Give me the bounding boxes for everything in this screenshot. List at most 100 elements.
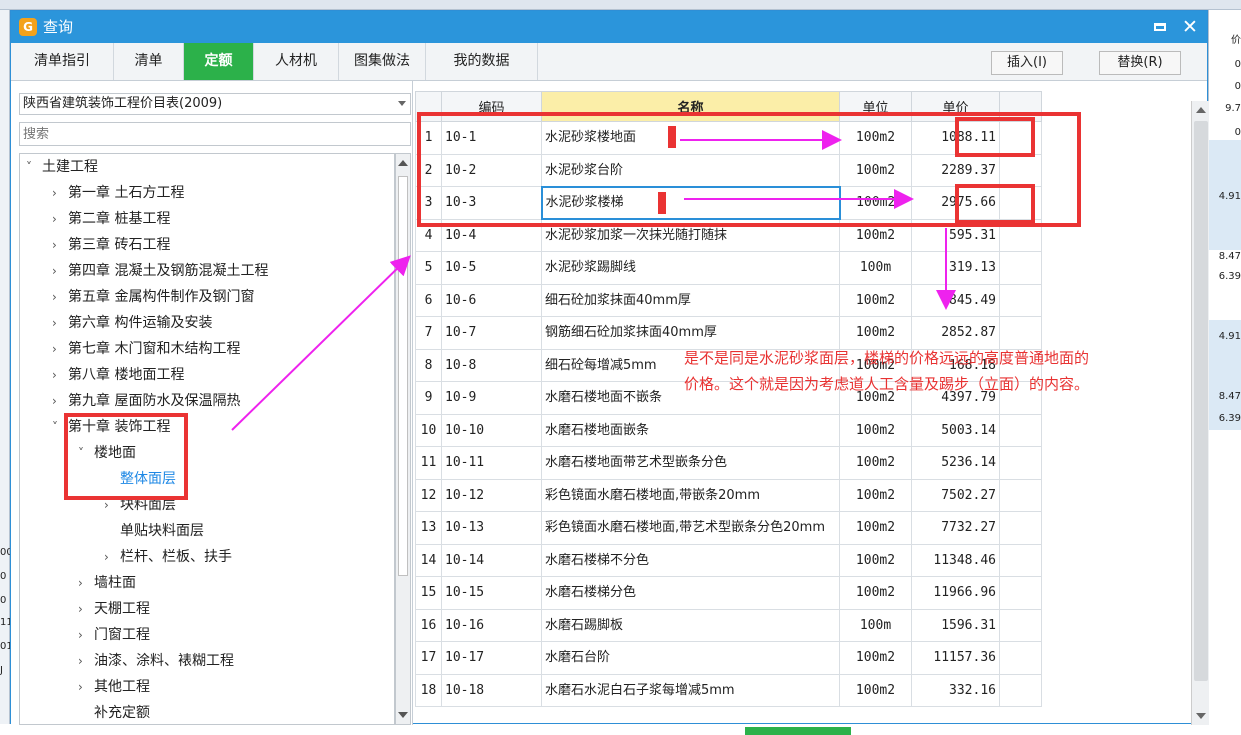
cell-code[interactable]: 10-17 [441,641,542,675]
cell-unit[interactable]: 100m2 [839,576,912,610]
replace-button[interactable]: 替换(R) [1099,51,1181,75]
cell-blank[interactable] [999,218,1042,252]
cell-code[interactable]: 10-1 [441,121,542,155]
cell-blank[interactable] [999,608,1042,642]
cell-name[interactable]: 水磨石水泥白石子浆每增减5mm [541,673,840,707]
row-number[interactable]: 18 [415,673,442,707]
cell-code[interactable]: 10-16 [441,608,542,642]
cell-code[interactable]: 10-6 [441,283,542,317]
cell-code[interactable]: 10-11 [441,446,542,480]
tab-quota[interactable]: 定额 [184,43,254,80]
cell-code[interactable]: 10-10 [441,413,542,447]
cell-code[interactable]: 10-12 [441,478,542,512]
table-row[interactable]: 1 10-1 水泥砂浆楼地面 100m2 1088.11 [415,121,1042,155]
cell-code[interactable]: 10-8 [441,348,542,382]
cell-unit[interactable]: 100m2 [839,218,912,252]
table-row[interactable]: 6 10-6 细石砼加浆抹面40mm厚 100m2 1845.49 [415,283,1042,317]
row-number[interactable]: 11 [415,446,442,480]
table-row[interactable]: 2 10-2 水泥砂浆台阶 100m2 2289.37 [415,153,1042,187]
cell-price[interactable]: 2975.66 [911,186,1000,220]
row-number[interactable]: 1 [415,121,442,155]
cell-unit[interactable]: 100m [839,251,912,285]
cell-blank[interactable] [999,543,1042,577]
cell-name[interactable]: 水泥砂浆台阶 [541,153,840,187]
cell-name[interactable]: 水磨石楼地面嵌条 [541,413,840,447]
scroll-thumb[interactable] [398,176,408,576]
scroll-up-icon[interactable] [1196,107,1206,113]
cell-price[interactable]: 7502.27 [911,478,1000,512]
cell-code[interactable]: 10-4 [441,218,542,252]
tree-node[interactable]: ˅ 第十章 装饰工程 [52,414,170,440]
row-number[interactable]: 3 [415,186,442,220]
table-row[interactable]: 14 10-14 水磨石楼梯不分色 100m2 11348.46 [415,543,1042,577]
cell-unit[interactable]: 100m2 [839,478,912,512]
row-number[interactable]: 14 [415,543,442,577]
row-number[interactable]: 10 [415,413,442,447]
cell-unit[interactable]: 100m2 [839,511,912,545]
tree-node[interactable]: › 油漆、涂料、裱糊工程 [78,648,234,674]
tree-node[interactable]: › 第二章 桩基工程 [52,206,170,232]
search-input[interactable] [19,122,411,146]
cell-price[interactable]: 7732.27 [911,511,1000,545]
cell-price[interactable]: 11157.36 [911,641,1000,675]
library-select[interactable]: 陕西省建筑装饰工程价目表(2009) [19,93,411,115]
table-row[interactable]: 7 10-7 钢筋细石砼加浆抹面40mm厚 100m2 2852.87 [415,316,1042,350]
cell-unit[interactable]: 100m2 [839,316,912,350]
cell-price[interactable]: 319.13 [911,251,1000,285]
cell-unit[interactable]: 100m2 [839,543,912,577]
cell-code[interactable]: 10-3 [441,186,542,220]
tree-node[interactable]: › 第一章 土石方工程 [52,180,184,206]
cell-blank[interactable] [999,511,1042,545]
cell-name[interactable]: 水泥砂浆踢脚线 [541,251,840,285]
cell-unit[interactable]: 100m [839,608,912,642]
title-bar[interactable]: G 查询 ✕ [11,11,1207,43]
tree-node[interactable]: › 其他工程 [78,674,150,700]
cell-price[interactable]: 2289.37 [911,153,1000,187]
cell-code[interactable]: 10-5 [441,251,542,285]
tree-node[interactable]: ˅ 土建工程 [26,154,98,180]
cell-blank[interactable] [999,251,1042,285]
cell-blank[interactable] [999,641,1042,675]
cell-blank[interactable] [999,283,1042,317]
table-row[interactable]: 11 10-11 水磨石楼地面带艺术型嵌条分色 100m2 5236.14 [415,446,1042,480]
table-row[interactable]: 18 10-18 水磨石水泥白石子浆每增减5mm 100m2 332.16 [415,673,1042,707]
scroll-down-icon[interactable] [1196,713,1206,719]
cell-price[interactable]: 1845.49 [911,283,1000,317]
cell-name[interactable]: 水磨石台阶 [541,641,840,675]
cell-blank[interactable] [999,673,1042,707]
tree-node[interactable]: › 第三章 砖石工程 [52,232,170,258]
row-number[interactable]: 15 [415,576,442,610]
cell-unit[interactable]: 100m2 [839,641,912,675]
tree-node[interactable]: › 栏杆、栏板、扶手 [104,544,232,570]
cell-code[interactable]: 10-14 [441,543,542,577]
cell-name[interactable]: 彩色镜面水磨石楼地面,带艺术型嵌条分色20mm [541,511,840,545]
bottom-expand-handle[interactable] [745,727,851,735]
scroll-down-icon[interactable] [398,712,408,718]
row-number[interactable]: 17 [415,641,442,675]
tree-node[interactable]: › 第四章 混凝土及钢筋混凝土工程 [52,258,268,284]
row-number[interactable]: 7 [415,316,442,350]
cell-blank[interactable] [999,186,1042,220]
tree-node[interactable]: ˅ 楼地面 [78,440,136,466]
cell-unit[interactable]: 100m2 [839,153,912,187]
cell-price[interactable]: 1596.31 [911,608,1000,642]
table-row[interactable]: 4 10-4 水泥砂浆加浆一次抹光随打随抹 100m2 595.31 [415,218,1042,252]
cell-price[interactable]: 5236.14 [911,446,1000,480]
cell-unit[interactable]: 100m2 [839,121,912,155]
grid-scrollbar[interactable] [1191,101,1209,725]
tab-my-data[interactable]: 我的数据 [426,43,538,80]
col-header-price[interactable]: 单价 [911,91,1000,122]
table-row[interactable]: 10 10-10 水磨石楼地面嵌条 100m2 5003.14 [415,413,1042,447]
cell-code[interactable]: 10-9 [441,381,542,415]
row-number[interactable]: 12 [415,478,442,512]
close-icon[interactable]: ✕ [1178,15,1202,39]
tree-node[interactable]: › 天棚工程 [78,596,150,622]
cell-name[interactable]: 水泥砂浆楼梯 [540,185,841,220]
scroll-up-icon[interactable] [398,160,408,166]
cell-unit[interactable]: 100m2 [839,673,912,707]
cell-blank[interactable] [999,153,1042,187]
cell-blank[interactable] [999,478,1042,512]
cell-unit[interactable]: 100m2 [839,186,912,220]
row-number[interactable]: 8 [415,348,442,382]
tree-node[interactable]: › 第六章 构件运输及安装 [52,310,212,336]
